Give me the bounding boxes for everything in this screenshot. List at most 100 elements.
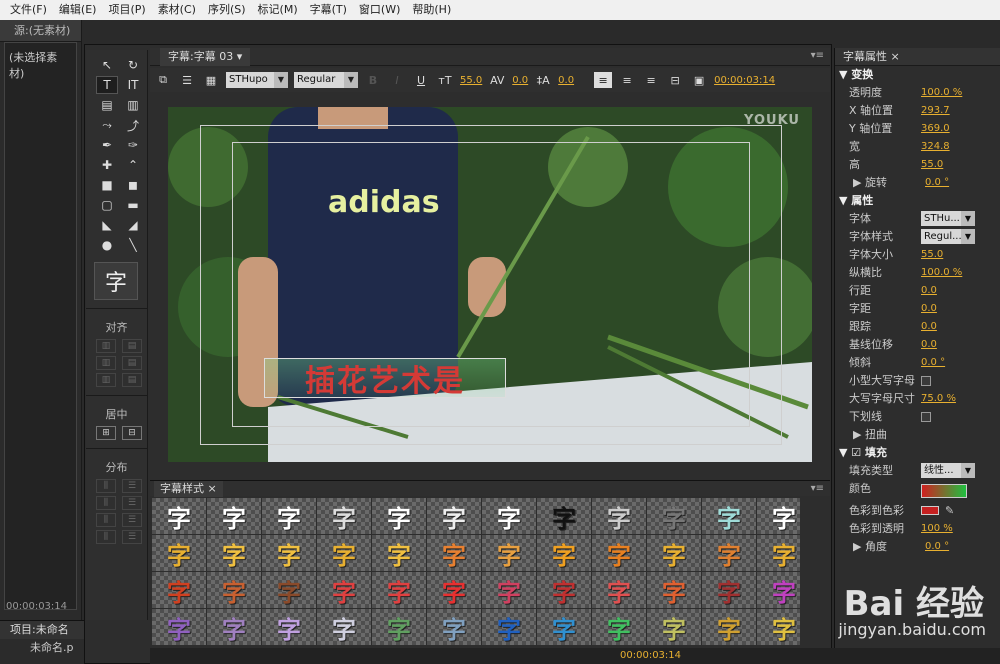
title-style-swatch[interactable]: 字 [647,609,701,645]
title-style-swatch[interactable]: 字 [592,535,646,571]
title-style-swatch[interactable]: 字 [427,572,481,608]
bold-icon[interactable]: B [364,72,382,88]
title-style-swatch[interactable]: 字 [592,609,646,645]
rotation-tool-icon[interactable]: ↻ [122,56,144,74]
distribute-top-icon[interactable]: ☰ [122,479,142,493]
arc-tool-icon[interactable]: ◢ [122,216,144,234]
title-style-swatch[interactable]: 字 [702,535,756,571]
center-horizontal-icon[interactable]: ⊞ [96,426,116,440]
color-swatch[interactable] [921,506,939,515]
attribute-row-value[interactable]: 0.0 ° [921,354,945,372]
title-style-swatch[interactable]: 字 [427,609,481,645]
panel-menu-icon[interactable]: ▾≡ [811,50,824,61]
title-style-swatch[interactable]: 字 [207,498,261,534]
wedge-tool-icon[interactable]: ◣ [96,216,118,234]
transform-row-value[interactable]: 324.8 [921,138,950,156]
tab-title-03[interactable]: 字幕:字幕 03 ▾ [160,48,251,66]
title-style-swatch[interactable]: 字 [152,572,206,608]
title-style-swatch[interactable]: 字 [317,609,371,645]
title-canvas[interactable]: adidas YOUKU 插花艺术是 [168,107,812,462]
transform-row-value[interactable]: 369.0 [921,120,950,138]
menu-item[interactable]: 素材(C) [152,0,202,20]
style-select[interactable]: Regular ▼ [294,72,358,88]
align-left-text-icon[interactable]: ≡ [594,72,613,88]
gradient-ramp[interactable] [921,484,967,498]
title-style-swatch[interactable]: 字 [757,535,800,571]
distribute-vspace-icon[interactable]: ☰ [122,530,142,544]
align-right-text-icon[interactable]: ≡ [642,72,660,88]
font-size-value[interactable]: 55.0 [460,75,482,86]
transform-row-value[interactable]: 293.7 [921,102,950,120]
vertical-area-type-tool-icon[interactable]: ▥ [122,96,144,114]
templates-icon[interactable]: ▦ [202,72,220,88]
distribute-vcenter-icon[interactable]: ☰ [122,496,142,510]
menu-item[interactable]: 项目(P) [102,0,151,20]
title-style-swatch[interactable]: 字 [207,572,261,608]
menu-item[interactable]: 帮助(H) [406,0,457,20]
roll-crawl-icon[interactable]: ☰ [178,72,196,88]
align-center-text-icon[interactable]: ≡ [618,72,636,88]
align-bottom-icon[interactable]: ▤ [122,373,142,387]
title-style-swatch[interactable]: 字 [537,535,591,571]
italic-icon[interactable]: I [388,72,406,88]
title-style-swatch[interactable]: 字 [647,498,701,534]
menu-item[interactable]: 编辑(E) [53,0,103,20]
title-style-swatch[interactable]: 字 [317,498,371,534]
distort-section[interactable]: ▶ 扭曲 [835,426,1000,444]
distribute-left-icon[interactable]: ⫼ [96,479,116,493]
fill-type-select[interactable]: 线性... ▼ [921,463,975,478]
title-style-swatch[interactable]: 字 [537,609,591,645]
title-style-swatch[interactable]: 字 [537,498,591,534]
title-style-swatch[interactable]: 字 [262,535,316,571]
transform-row-value[interactable]: 55.0 [921,156,943,174]
line-tool-icon[interactable]: ╲ [122,236,144,254]
transform-row-value[interactable]: 100.0 % [921,84,962,102]
rounded-rectangle-tool-icon[interactable]: ▢ [96,196,118,214]
center-vertical-icon[interactable]: ⊟ [122,426,142,440]
title-style-swatch[interactable]: 字 [372,498,426,534]
menu-item[interactable]: 窗口(W) [353,0,406,20]
title-style-swatch[interactable]: 字 [537,572,591,608]
angle-value[interactable]: 0.0 ° [925,538,949,556]
selection-tool-icon[interactable]: ↖ [96,56,118,74]
color-to-opacity-value[interactable]: 100 % [921,520,953,538]
ellipse-tool-icon[interactable]: ● [96,236,118,254]
title-style-swatch[interactable]: 字 [152,498,206,534]
title-style-swatch[interactable]: 字 [427,498,481,534]
distribute-hcenter-icon[interactable]: ⫼ [96,496,116,510]
title-style-swatch[interactable]: 字 [152,535,206,571]
title-style-swatch[interactable]: 字 [262,609,316,645]
title-style-swatch[interactable]: 字 [372,609,426,645]
menu-item[interactable]: 标记(M) [252,0,304,20]
title-style-swatch[interactable]: 字 [757,572,800,608]
props-tab[interactable]: 字幕属性 × [835,48,1000,66]
title-style-swatch[interactable]: 字 [317,535,371,571]
leading-value[interactable]: 0.0 [558,75,574,86]
title-style-swatch[interactable]: 字 [207,609,261,645]
tab-stops-icon[interactable]: ⊟ [666,72,684,88]
title-style-swatch[interactable]: 字 [317,572,371,608]
kerning-value[interactable]: 0.0 [512,75,528,86]
align-top-icon[interactable]: ▤ [122,339,142,353]
underline-checkbox[interactable] [921,412,931,422]
attribute-row-value[interactable]: 0.0 [921,282,937,300]
menu-item[interactable]: 字幕(T) [304,0,353,20]
transform-section[interactable]: ▼ 变换 [835,66,1000,84]
font-family-select[interactable]: STHu... ▼ [921,211,975,226]
title-style-swatch[interactable]: 字 [262,498,316,534]
type-tool-icon[interactable]: T [96,76,118,94]
eyedropper-icon[interactable]: ✎ [945,502,954,520]
menu-item[interactable]: 序列(S) [202,0,252,20]
title-style-swatch[interactable]: 字 [482,535,536,571]
align-vcenter-icon[interactable]: ▤ [122,356,142,370]
attribute-row-value[interactable]: 0.0 [921,318,937,336]
title-style-swatch[interactable]: 字 [647,572,701,608]
title-style-swatch[interactable]: 字 [482,498,536,534]
delete-anchor-icon[interactable]: ✑ [122,136,144,154]
clipped-rectangle-tool-icon[interactable]: ◼ [122,176,144,194]
title-style-swatch[interactable]: 字 [372,535,426,571]
title-style-swatch[interactable]: 字 [482,572,536,608]
source-tab[interactable]: 源:(无素材) [0,20,81,42]
show-video-icon[interactable]: ▣ [690,72,708,88]
attributes-section[interactable]: ▼ 属性 [835,192,1000,210]
